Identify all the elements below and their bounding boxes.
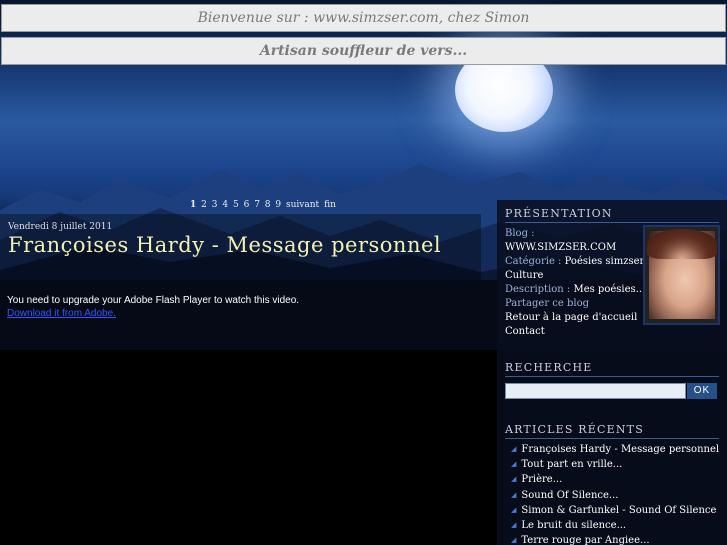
description-value: Mes poésies... [573, 284, 646, 295]
search-ok-button[interactable]: OK [687, 383, 717, 399]
page-link-5[interactable]: 5 [233, 200, 239, 210]
description-label: Description : [505, 284, 571, 295]
recent-article-item[interactable]: ◢ Le bruit du silence... [511, 520, 719, 535]
home-link[interactable]: Retour à la page d'accueil [505, 312, 637, 323]
presentation-divider [505, 222, 719, 223]
page-link-6[interactable]: 6 [244, 200, 250, 210]
page-link-4[interactable]: 4 [222, 200, 228, 210]
avatar [643, 225, 720, 325]
triangle-bullet-icon: ◢ [511, 536, 517, 545]
category-value-2: Culture [505, 270, 544, 281]
recent-articles-list: ◢ Françoises Hardy - Message personnel ◢ T… [511, 444, 719, 545]
triangle-bullet-icon: ◢ [511, 490, 517, 499]
last-page-link[interactable]: fin [324, 200, 336, 210]
pagination: 1 2 3 4 5 6 7 8 9 suivant fin [190, 200, 338, 210]
presentation-title: PRÉSENTATION [505, 207, 613, 220]
search-input[interactable] [505, 383, 686, 399]
recent-article-item[interactable]: ◢ Tout part en vrille... [511, 459, 719, 474]
recent-article-item[interactable]: ◢ Terre rouge par Angiee... [511, 535, 719, 545]
triangle-bullet-icon: ◢ [511, 475, 517, 484]
page-link-2[interactable]: 2 [201, 200, 207, 210]
recent-articles-divider [505, 438, 719, 439]
next-page-link[interactable]: suivant [286, 200, 319, 210]
recent-article-item[interactable]: ◢ Françoises Hardy - Message personnel [511, 444, 719, 459]
recent-article-item[interactable]: ◢ Prière... [511, 474, 719, 489]
flash-upgrade-message: You need to upgrade your Adobe Flash Pla… [7, 295, 300, 306]
search-title: RECHERCHE [505, 361, 593, 374]
blog-label: Blog : [505, 228, 535, 239]
page-link-3[interactable]: 3 [212, 200, 218, 210]
page-link-1[interactable]: 1 [190, 200, 196, 210]
flash-download-link[interactable]: Download it from Adobe. [7, 308, 116, 319]
recent-article-item[interactable]: ◢ Simon & Garfunkel - Sound Of Silence [511, 505, 719, 520]
blog-value: WWW.SIMZSER.COM [505, 242, 617, 253]
recent-articles-title: ARTICLES RÉCENTS [505, 423, 644, 436]
triangle-bullet-icon: ◢ [511, 505, 517, 514]
description-line: Description : Mes poésies... [505, 284, 645, 295]
contact-link[interactable]: Contact [505, 326, 545, 337]
post-title[interactable]: Françoises Hardy - Message personnel [8, 233, 441, 257]
tagline-bar: Artisan souffleur de vers... [1, 37, 726, 65]
recent-article-item[interactable]: ◢ Sound Of Silence... [511, 490, 719, 505]
page-link-8[interactable]: 8 [265, 200, 271, 210]
avatar-hair [647, 229, 717, 259]
triangle-bullet-icon: ◢ [511, 520, 517, 529]
page-link-7[interactable]: 7 [254, 200, 260, 210]
welcome-bar: Bienvenue sur : www.simzser.com, chez Si… [1, 4, 726, 32]
share-blog-link[interactable]: Partager ce blog [505, 298, 589, 309]
triangle-bullet-icon: ◢ [511, 460, 517, 469]
triangle-bullet-icon: ◢ [511, 445, 517, 453]
category-line: Catégorie : Poésies simzser [505, 256, 644, 267]
post-date: Vendredi 8 juillet 2011 [8, 222, 113, 232]
category-value: Poésies simzser [564, 256, 645, 267]
search-divider [505, 376, 719, 377]
page-link-9[interactable]: 9 [275, 200, 281, 210]
category-label: Catégorie : [505, 256, 562, 267]
